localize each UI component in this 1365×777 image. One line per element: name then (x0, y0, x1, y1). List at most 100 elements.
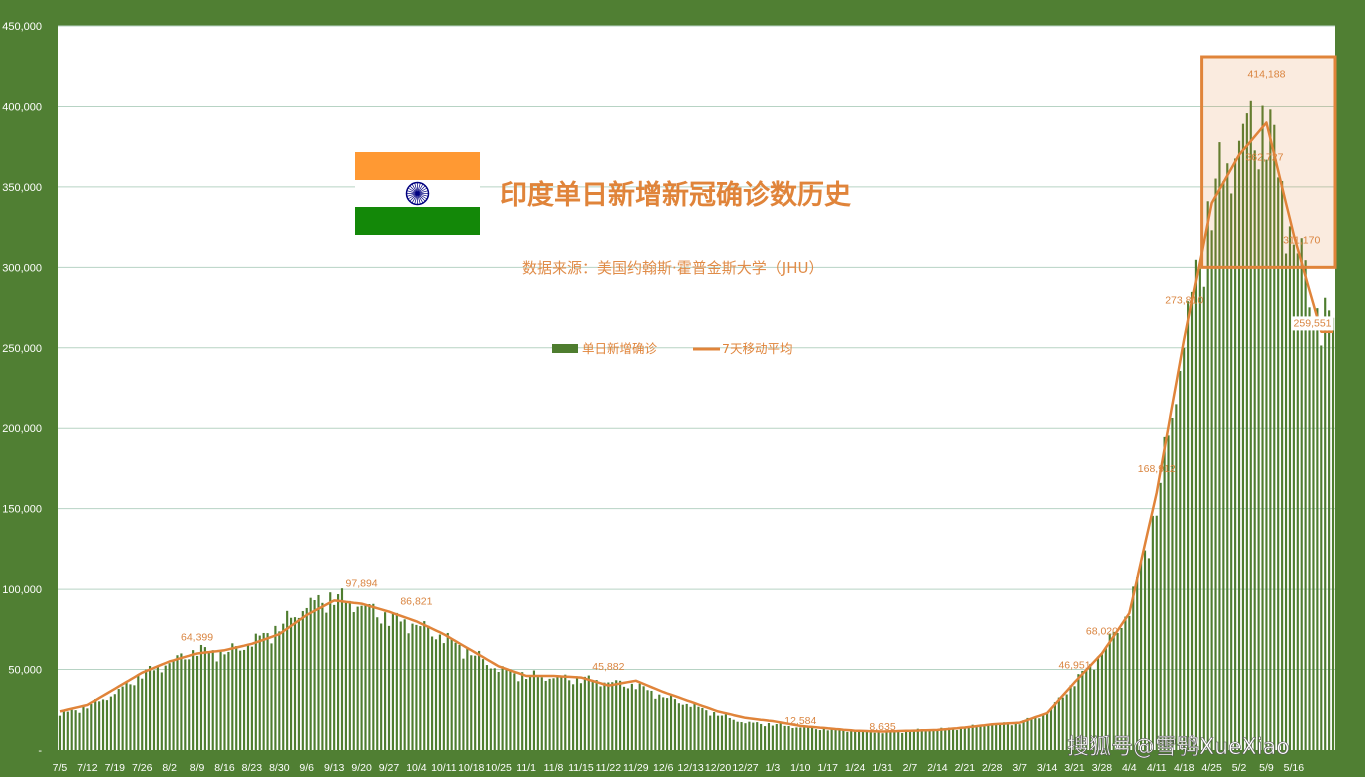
x-tick-label: 10/11 (431, 762, 457, 774)
daily-case-bar (693, 703, 696, 750)
daily-case-bar (493, 668, 496, 750)
daily-case-bar (1210, 230, 1213, 751)
daily-case-bar (854, 730, 857, 750)
daily-case-bar (861, 730, 865, 750)
x-tick-label: 3/14 (1037, 762, 1058, 774)
daily-case-bar (176, 655, 179, 750)
x-tick-label: 9/6 (299, 762, 314, 774)
daily-case-bar (1151, 515, 1154, 750)
daily-case-bar (125, 682, 128, 750)
daily-case-bar (297, 617, 300, 750)
daily-case-bar (317, 594, 320, 750)
daily-case-bar (137, 674, 140, 750)
daily-case-bar (411, 623, 414, 750)
daily-case-bar (164, 665, 167, 750)
daily-case-bar (74, 710, 77, 750)
daily-case-bar (779, 723, 782, 750)
daily-case-bar (877, 731, 880, 750)
daily-case-bar (94, 699, 97, 750)
daily-case-bar (1026, 717, 1029, 750)
daily-case-bar (1312, 322, 1315, 750)
daily-case-bar (979, 725, 982, 750)
daily-case-bar (991, 724, 994, 750)
daily-case-bar (242, 649, 246, 750)
x-tick-label: 9/20 (351, 762, 372, 774)
daily-case-bar (560, 676, 563, 750)
daily-case-bar (101, 699, 105, 750)
data-label: 64,399 (181, 631, 213, 643)
daily-case-bar (763, 726, 767, 750)
daily-case-bar (254, 633, 257, 750)
x-tick-label: 4/18 (1174, 762, 1195, 774)
daily-case-bar (971, 724, 974, 750)
daily-case-bar (172, 660, 175, 750)
daily-case-bar (1049, 708, 1053, 750)
daily-case-bar (454, 642, 457, 750)
daily-case-bar (795, 727, 798, 750)
daily-case-bar (293, 617, 297, 750)
data-label: 273,810 (1165, 294, 1203, 306)
daily-case-bar (66, 711, 69, 750)
daily-case-bar (807, 727, 810, 750)
daily-case-bar (431, 636, 434, 750)
y-tick-label: 300,000 (2, 262, 42, 274)
daily-case-bar (642, 686, 645, 750)
daily-case-bar (540, 677, 543, 750)
x-tick-label: 1/3 (766, 762, 781, 774)
y-tick-label: 200,000 (2, 423, 42, 435)
x-tick-label: 2/28 (982, 762, 1003, 774)
daily-case-bar (889, 731, 892, 750)
daily-case-bar (148, 666, 152, 750)
daily-case-bar (1320, 345, 1323, 750)
daily-case-bar (791, 728, 794, 750)
daily-case-bar (689, 706, 692, 750)
daily-case-bar (591, 681, 594, 750)
x-tick-label: 2/7 (903, 762, 918, 774)
x-tick-label: 10/4 (406, 762, 427, 774)
data-label: 68,020 (1086, 626, 1118, 638)
daily-case-bar (391, 612, 394, 750)
daily-case-bar (90, 703, 93, 750)
data-label: 12,584 (784, 715, 816, 727)
daily-case-bar (235, 646, 238, 750)
daily-case-bar (928, 730, 931, 750)
daily-case-bar (223, 654, 226, 750)
daily-case-bar (940, 727, 943, 750)
x-tick-label: 8/16 (214, 762, 235, 774)
daily-case-bar (239, 650, 242, 750)
daily-case-bar (168, 663, 171, 750)
x-tick-label: 4/11 (1147, 762, 1167, 774)
data-label: 168,912 (1138, 463, 1176, 475)
y-tick-label: - (38, 745, 42, 757)
chart-subtitle: 数据来源：美国约翰斯·霍普金斯大学（JHU） (522, 259, 823, 277)
daily-case-bar (916, 728, 919, 750)
x-tick-label: 2/21 (955, 762, 976, 774)
daily-case-bar (1112, 631, 1115, 750)
daily-case-bar (1057, 697, 1060, 750)
daily-case-bar (474, 655, 477, 750)
daily-case-bar (105, 700, 109, 750)
daily-case-bar (720, 715, 724, 750)
y-tick-label: 50,000 (8, 665, 42, 677)
daily-case-bar (685, 703, 688, 750)
daily-case-bar (152, 670, 156, 750)
y-axis-labels: - 50,000 100,000 150,000 200,000 250,000 300,0… (2, 21, 42, 757)
daily-case-bar (1316, 308, 1319, 750)
daily-case-bar (1331, 317, 1335, 750)
daily-case-bar (810, 727, 814, 750)
daily-case-bar (579, 683, 583, 750)
daily-case-bar (568, 680, 571, 750)
daily-case-bar (803, 727, 806, 750)
daily-case-bar (611, 682, 614, 750)
daily-case-bar (203, 647, 206, 750)
daily-case-bar (513, 673, 516, 750)
daily-case-bar (329, 592, 332, 750)
daily-case-bar (873, 732, 876, 750)
daily-case-bar (544, 680, 547, 750)
daily-case-bar (262, 632, 265, 750)
x-tick-label: 8/30 (269, 762, 290, 774)
daily-case-bar (485, 665, 489, 750)
daily-case-bar (333, 604, 336, 750)
daily-case-bar (626, 688, 630, 750)
x-tick-label: 11/8 (544, 762, 564, 774)
